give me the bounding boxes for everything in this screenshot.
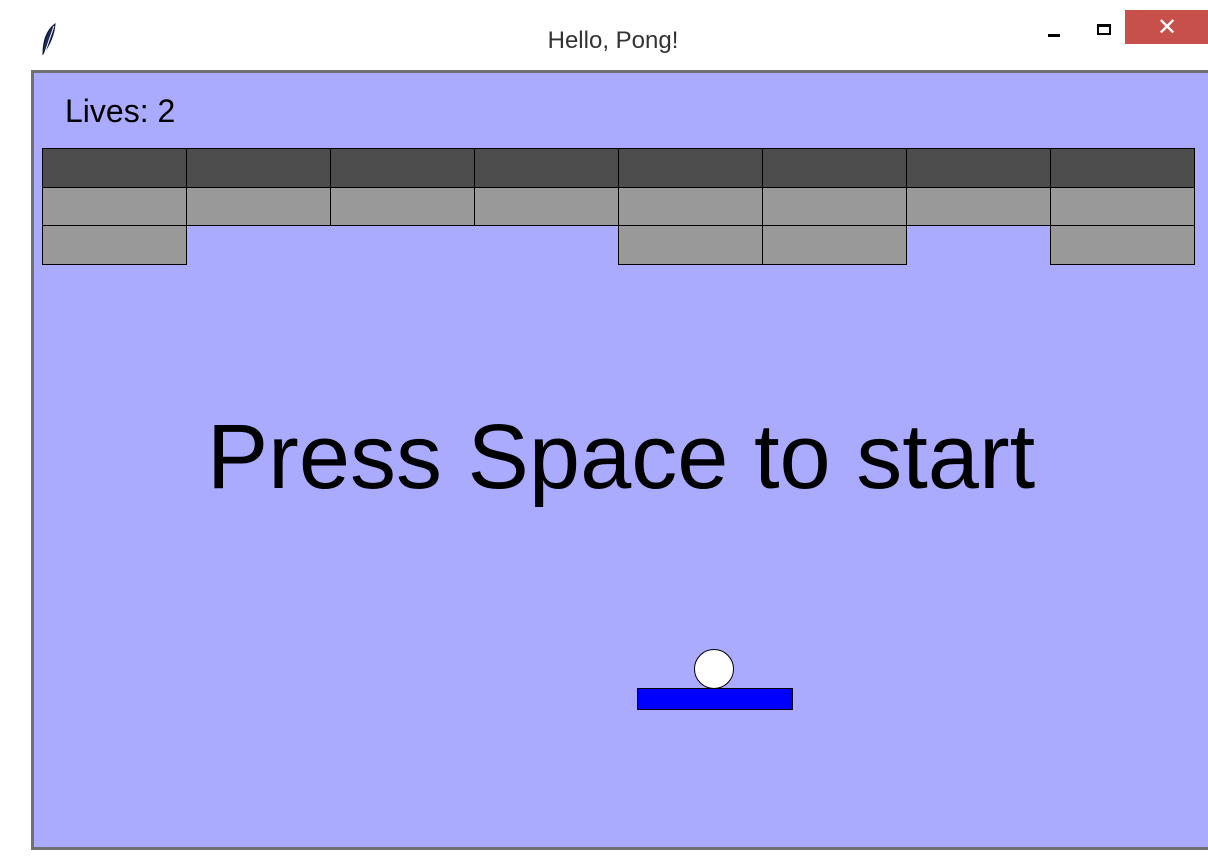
brick-weak — [1050, 225, 1195, 265]
app-window: Hello, Pong! ✕ Lives: 2 Press Space to s… — [0, 0, 1208, 857]
start-prompt: Press Space to start — [206, 406, 1036, 508]
minimize-button[interactable] — [1031, 10, 1077, 48]
minimize-icon — [1048, 33, 1060, 37]
brick-weak — [762, 186, 907, 226]
brick-weak — [186, 186, 331, 226]
window-title: Hello, Pong! — [547, 27, 679, 54]
brick-weak — [618, 186, 763, 226]
brick-strong — [1050, 148, 1195, 188]
brick-strong — [762, 148, 907, 188]
brick-weak — [330, 186, 475, 226]
brick-strong — [906, 148, 1051, 188]
brick-weak — [1050, 186, 1195, 226]
title-bar[interactable]: Hello, Pong! ✕ — [9, 0, 1208, 70]
brick-weak — [42, 186, 187, 226]
maximize-button[interactable] — [1081, 10, 1127, 48]
close-button[interactable]: ✕ — [1125, 10, 1208, 44]
brick-weak — [42, 225, 187, 265]
brick-strong — [42, 148, 187, 188]
brick-weak — [762, 225, 907, 265]
brick-weak — [906, 186, 1051, 226]
ball — [694, 649, 734, 689]
brick-weak — [474, 186, 619, 226]
brick-strong — [330, 148, 475, 188]
brick-strong — [618, 148, 763, 188]
game-canvas[interactable]: Lives: 2 Press Space to start — [31, 70, 1208, 850]
maximize-icon — [1097, 23, 1111, 35]
brick-strong — [186, 148, 331, 188]
lives-counter: Lives: 2 — [65, 93, 176, 129]
brick-weak — [618, 225, 763, 265]
close-icon: ✕ — [1156, 13, 1178, 41]
paddle — [637, 688, 793, 710]
brick-strong — [474, 148, 619, 188]
